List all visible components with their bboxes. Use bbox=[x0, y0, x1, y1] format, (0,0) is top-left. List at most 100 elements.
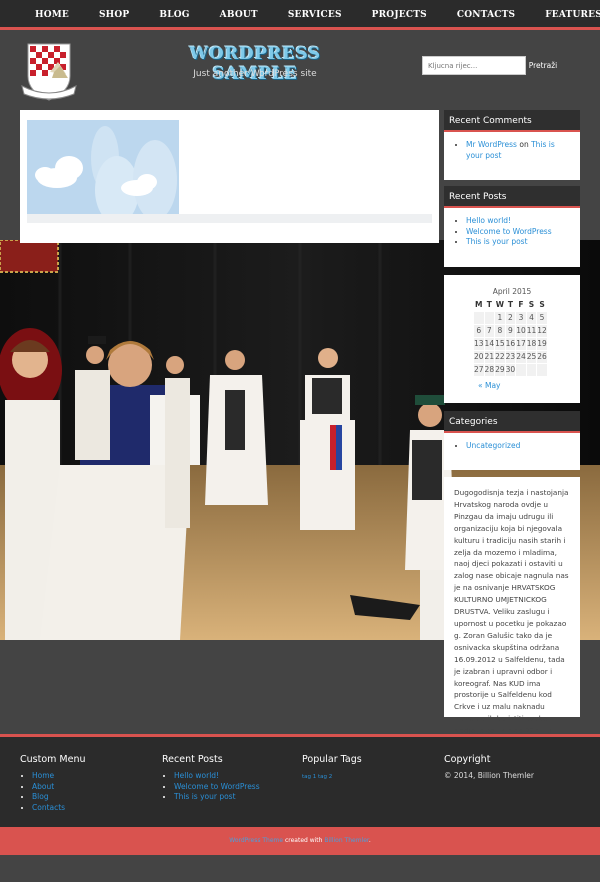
footer-heading: Popular Tags bbox=[302, 754, 362, 765]
calendar-day: 25 bbox=[525, 349, 538, 364]
calendar-day: 20 bbox=[473, 349, 485, 364]
weekday-label: T bbox=[507, 300, 513, 310]
nav-home[interactable]: HOME bbox=[35, 10, 69, 20]
list-item: Blog bbox=[32, 792, 86, 803]
footer-heading: Recent Posts bbox=[162, 754, 223, 765]
credit-end: . bbox=[368, 837, 371, 844]
widget-title: Recent Posts bbox=[444, 186, 580, 208]
category-link[interactable]: Uncategorized bbox=[466, 441, 520, 450]
site-tagline: Just another WordPress site bbox=[193, 69, 317, 79]
nav-contacts[interactable]: CONTACTS bbox=[457, 10, 515, 20]
calendar-empty-cell bbox=[525, 362, 538, 377]
widget-title: Recent Comments bbox=[444, 110, 580, 132]
widget-title: Categories bbox=[444, 411, 580, 433]
nav-features[interactable]: FEATURES bbox=[545, 10, 600, 20]
top-navigation: HOME SHOP BLOG ABOUT SERVICES PROJECTS C… bbox=[0, 0, 600, 30]
widget-categories: Categories Uncategorized bbox=[444, 411, 580, 470]
post-link[interactable]: This is your post bbox=[174, 792, 236, 801]
footer-custom-menu: Custom Menu Home About Blog Contacts bbox=[20, 754, 86, 813]
calendar-empty-cell bbox=[536, 362, 548, 377]
calendar-week: 6 7 8 9 10 11 12 bbox=[473, 323, 548, 338]
footer-link-blog[interactable]: Blog bbox=[32, 792, 49, 801]
calendar-day: 17 bbox=[515, 336, 527, 351]
nav-blog[interactable]: BLOG bbox=[159, 10, 189, 20]
footer-recent-posts: Recent Posts Hello world! Welcome to Wor… bbox=[162, 754, 260, 803]
list-item: Hello world! bbox=[466, 216, 574, 227]
calendar-day: 3 bbox=[515, 310, 527, 325]
calendar-day: 8 bbox=[494, 323, 506, 338]
weekday-label: S bbox=[539, 300, 545, 310]
footer-link-home[interactable]: Home bbox=[32, 771, 54, 780]
calendar-empty-cell bbox=[483, 310, 496, 325]
calendar-day: 15 bbox=[494, 336, 506, 351]
widget-recent-comments: Recent Comments Mr WordPress on This is … bbox=[444, 110, 580, 180]
comment-on-text: on bbox=[516, 140, 532, 149]
calendar-day: 9 bbox=[504, 323, 517, 338]
widget-recent-posts: Recent Posts Hello world! Welcome to Wor… bbox=[444, 186, 580, 267]
calendar-day: 14 bbox=[483, 336, 496, 351]
nav-projects[interactable]: PROJECTS bbox=[372, 10, 427, 20]
calendar-day: 24 bbox=[515, 349, 527, 364]
calendar-day: 22 bbox=[494, 349, 506, 364]
credit-bar: WordPress Theme created with Billion The… bbox=[0, 827, 600, 855]
calendar-day: 7 bbox=[483, 323, 496, 338]
calendar-day: 28 bbox=[483, 362, 496, 377]
footer-copyright: Copyright © 2014, Billion Themler bbox=[444, 754, 534, 780]
footer-link-about[interactable]: About bbox=[32, 782, 54, 791]
calendar-day: 16 bbox=[504, 336, 517, 351]
themler-link[interactable]: Billion Themler bbox=[324, 837, 368, 844]
credit-text: created with bbox=[283, 837, 325, 844]
footer-popular-tags: Popular Tags tag 1 tag 2 bbox=[302, 754, 362, 780]
calendar-week: 12345 bbox=[473, 310, 548, 325]
weekday-label: T bbox=[486, 300, 492, 310]
post-article bbox=[20, 110, 439, 243]
widget-calendar: April 2015 M T W T F S S 1 2 3 4 5 6 7 8 9 10 11 12… bbox=[444, 275, 580, 403]
copyright-text: © 2014, Billion Themler bbox=[444, 771, 534, 780]
calendar-day: 6 bbox=[473, 323, 485, 338]
post-link[interactable]: Hello world! bbox=[174, 771, 219, 780]
calendar-day: 1 bbox=[494, 310, 506, 325]
list-item: Welcome to WordPress bbox=[466, 227, 574, 238]
footer: Custom Menu Home About Blog Contacts Rec… bbox=[0, 734, 600, 827]
page-bottom bbox=[0, 855, 600, 882]
list-item: Welcome to WordPress bbox=[174, 782, 260, 793]
calendar-week: 13 14 15 16 17 18 19 bbox=[473, 336, 548, 351]
nav-services[interactable]: SERVICES bbox=[288, 10, 342, 20]
weekday-label: W bbox=[495, 300, 504, 310]
calendar-week: 20 21 22 23 24 25 26 bbox=[473, 349, 548, 364]
list-item: Contacts bbox=[32, 803, 86, 814]
theme-link[interactable]: WordPress Theme bbox=[229, 837, 283, 844]
post-link[interactable]: Hello world! bbox=[466, 216, 511, 225]
calendar-prev-link[interactable]: « May bbox=[478, 381, 500, 390]
nav-shop[interactable]: SHOP bbox=[99, 10, 129, 20]
search-button[interactable]: Pretraži bbox=[526, 56, 560, 75]
comment-author-link[interactable]: Mr WordPress bbox=[466, 140, 517, 149]
calendar-day: 18 bbox=[525, 336, 538, 351]
calendar-day: 12 bbox=[536, 323, 548, 338]
comment-item: Mr WordPress on This is your post bbox=[466, 140, 574, 161]
list-item: Uncategorized bbox=[466, 441, 574, 452]
post-link[interactable]: This is your post bbox=[466, 237, 528, 246]
weekday-label: F bbox=[518, 300, 524, 310]
weekday-label: M bbox=[475, 300, 483, 310]
site-logo[interactable] bbox=[18, 42, 80, 104]
post-thumbnail[interactable] bbox=[27, 120, 179, 224]
calendar-table: M T W T F S S 1 2 3 4 5 6 7 8 9 10 11 12 13 14 15 16 17 1… bbox=[473, 299, 548, 377]
calendar-caption: April 2015 bbox=[492, 287, 532, 296]
tag-cloud[interactable]: tag 1 tag 2 bbox=[302, 774, 332, 780]
footer-heading: Custom Menu bbox=[20, 754, 86, 765]
calendar-day: 11 bbox=[525, 323, 538, 338]
calendar-week: 27 28 29 30 bbox=[473, 362, 548, 377]
calendar-day: 10 bbox=[515, 323, 527, 338]
post-link[interactable]: Welcome to WordPress bbox=[174, 782, 260, 791]
calendar-day: 21 bbox=[483, 349, 496, 364]
list-item: This is your post bbox=[174, 792, 260, 803]
post-link[interactable]: Welcome to WordPress bbox=[466, 227, 552, 236]
calendar-day: 5 bbox=[536, 310, 548, 325]
list-item: This is your post bbox=[466, 237, 574, 248]
footer-link-contacts[interactable]: Contacts bbox=[32, 803, 65, 812]
nav-about[interactable]: ABOUT bbox=[220, 10, 258, 20]
weekday-label: S bbox=[528, 300, 535, 310]
search-input[interactable] bbox=[422, 56, 526, 75]
calendar-day: 19 bbox=[536, 336, 548, 351]
